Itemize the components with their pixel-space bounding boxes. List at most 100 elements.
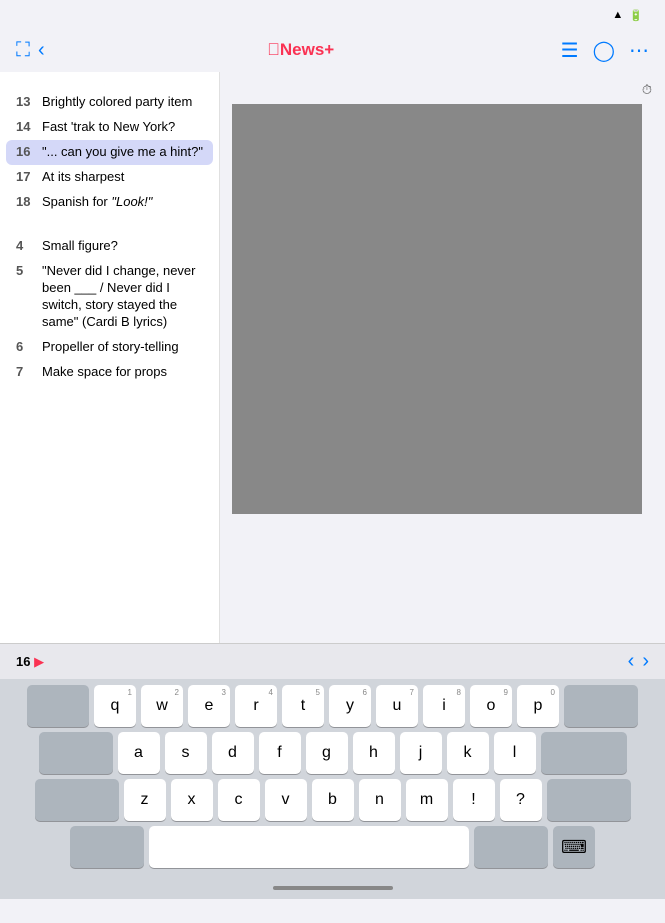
- keyboard-row-1: 1q 2w 3e 4r 5t 6y 7u 8i 9o 0p: [4, 685, 661, 727]
- clue-down-7[interactable]: 7 Make space for props: [0, 360, 219, 385]
- clue-text: "... can you give me a hint?": [42, 144, 203, 161]
- home-indicator: [273, 886, 393, 890]
- keyboard: 1q 2w 3e 4r 5t 6y 7u 8i 9o 0p: [0, 679, 665, 877]
- clue-across-13[interactable]: 13 Brightly colored party item: [0, 90, 219, 115]
- m-key[interactable]: m: [406, 779, 448, 821]
- z-key[interactable]: z: [124, 779, 166, 821]
- puzzle-timer: ⏱: [642, 82, 655, 98]
- apple-news-plus-logo: News+: [267, 40, 334, 60]
- keyboard-row-4: ⌨: [4, 826, 661, 868]
- hint-bar: 16 ▶ ‹ ›: [0, 643, 665, 679]
- across-header: [0, 80, 219, 90]
- keyboard-switch-key[interactable]: ⌨: [553, 826, 595, 868]
- clue-text: Small figure?: [42, 238, 118, 255]
- f-key[interactable]: f: [259, 732, 301, 774]
- nav-title: News+: [267, 40, 338, 60]
- clues-sidebar: 13 Brightly colored party item 14 Fast '…: [0, 72, 220, 643]
- crossword-grid[interactable]: [232, 104, 642, 514]
- w-key[interactable]: 2w: [141, 685, 183, 727]
- clue-num: 6: [16, 339, 36, 356]
- sidebar-toggle-button[interactable]: ⛶: [16, 39, 30, 62]
- delete-key[interactable]: [564, 685, 638, 727]
- nav-right: ☰ ◯ ⋯: [561, 38, 649, 63]
- d-key[interactable]: d: [212, 732, 254, 774]
- u-key[interactable]: 7u: [376, 685, 418, 727]
- wifi-icon: ▲: [612, 9, 623, 21]
- clue-num: 16: [16, 144, 36, 161]
- status-bar: ▲ 🔋: [0, 0, 665, 28]
- battery-icon: 🔋: [629, 9, 643, 22]
- b-key[interactable]: b: [312, 779, 354, 821]
- clue-text: "Never did I change, never been ___ / Ne…: [42, 263, 203, 331]
- a-key[interactable]: a: [118, 732, 160, 774]
- n-key[interactable]: n: [359, 779, 401, 821]
- clue-text: Propeller of story-telling: [42, 339, 179, 356]
- clue-text: Make space for props: [42, 364, 167, 381]
- return-key[interactable]: [541, 732, 627, 774]
- clue-across-18[interactable]: 18 Spanish for "Look!": [0, 190, 219, 215]
- y-key[interactable]: 6y: [329, 685, 371, 727]
- q-key[interactable]: 1q: [94, 685, 136, 727]
- clue-text: At its sharpest: [42, 169, 124, 186]
- keyboard-row-2: a s d f g h j k l: [4, 732, 661, 774]
- down-header: [0, 224, 219, 234]
- num-key-right[interactable]: [474, 826, 548, 868]
- e-key[interactable]: 3e: [188, 685, 230, 727]
- nav-bar: ⛶ ‹ News+ ☰ ◯ ⋯: [0, 28, 665, 72]
- k-key[interactable]: k: [447, 732, 489, 774]
- status-icons: ▲ 🔋: [612, 9, 649, 22]
- more-icon[interactable]: ⋯: [629, 38, 649, 63]
- hint-nav: ‹ ›: [628, 650, 649, 673]
- t-key[interactable]: 5t: [282, 685, 324, 727]
- clue-text: Spanish for "Look!": [42, 194, 152, 211]
- clue-num: 5: [16, 263, 36, 331]
- h-key[interactable]: h: [353, 732, 395, 774]
- tab-key[interactable]: [27, 685, 89, 727]
- quest-key[interactable]: ?: [500, 779, 542, 821]
- i-key[interactable]: 8i: [423, 685, 465, 727]
- clue-down-4[interactable]: 4 Small figure?: [0, 234, 219, 259]
- clue-num: 17: [16, 169, 36, 186]
- grid-container: [232, 104, 655, 514]
- p-key[interactable]: 0p: [517, 685, 559, 727]
- hint-arrow-icon: ▶: [34, 654, 44, 669]
- status-time: [16, 8, 20, 23]
- s-key[interactable]: s: [165, 732, 207, 774]
- caps-key[interactable]: [39, 732, 113, 774]
- clue-num: 14: [16, 119, 36, 136]
- excl-key[interactable]: !: [453, 779, 495, 821]
- hint-next-button[interactable]: ›: [642, 650, 649, 673]
- clue-num: 7: [16, 364, 36, 381]
- clue-down-6[interactable]: 6 Propeller of story-telling: [0, 335, 219, 360]
- clue-down-5[interactable]: 5 "Never did I change, never been ___ / …: [0, 259, 219, 335]
- list-icon[interactable]: ☰: [561, 38, 579, 63]
- share-icon[interactable]: ◯: [593, 38, 615, 63]
- shift-left-key[interactable]: [35, 779, 119, 821]
- c-key[interactable]: c: [218, 779, 260, 821]
- num-key-left[interactable]: [70, 826, 144, 868]
- clue-across-17[interactable]: 17 At its sharpest: [0, 165, 219, 190]
- bottom-bar: [0, 877, 665, 899]
- clue-across-16[interactable]: 16 "... can you give me a hint?": [6, 140, 213, 165]
- x-key[interactable]: x: [171, 779, 213, 821]
- g-key[interactable]: g: [306, 732, 348, 774]
- hint-prev-button[interactable]: ‹: [628, 650, 635, 673]
- clue-across-14[interactable]: 14 Fast 'trak to New York?: [0, 115, 219, 140]
- clue-text: Brightly colored party item: [42, 94, 192, 111]
- puzzle-header: ⏱: [232, 82, 655, 98]
- r-key[interactable]: 4r: [235, 685, 277, 727]
- clue-num: 13: [16, 94, 36, 111]
- main-content: 13 Brightly colored party item 14 Fast '…: [0, 72, 665, 643]
- clue-num: 18: [16, 194, 36, 211]
- hint-clue-num: 16: [16, 654, 30, 669]
- nav-left: ⛶ ‹: [16, 39, 45, 62]
- clue-text: Fast 'trak to New York?: [42, 119, 175, 136]
- j-key[interactable]: j: [400, 732, 442, 774]
- l-key[interactable]: l: [494, 732, 536, 774]
- shift-right-key[interactable]: [547, 779, 631, 821]
- back-button[interactable]: ‹: [38, 39, 45, 62]
- o-key[interactable]: 9o: [470, 685, 512, 727]
- v-key[interactable]: v: [265, 779, 307, 821]
- space-key[interactable]: [149, 826, 469, 868]
- puzzle-meta-row: ⏱: [232, 82, 655, 98]
